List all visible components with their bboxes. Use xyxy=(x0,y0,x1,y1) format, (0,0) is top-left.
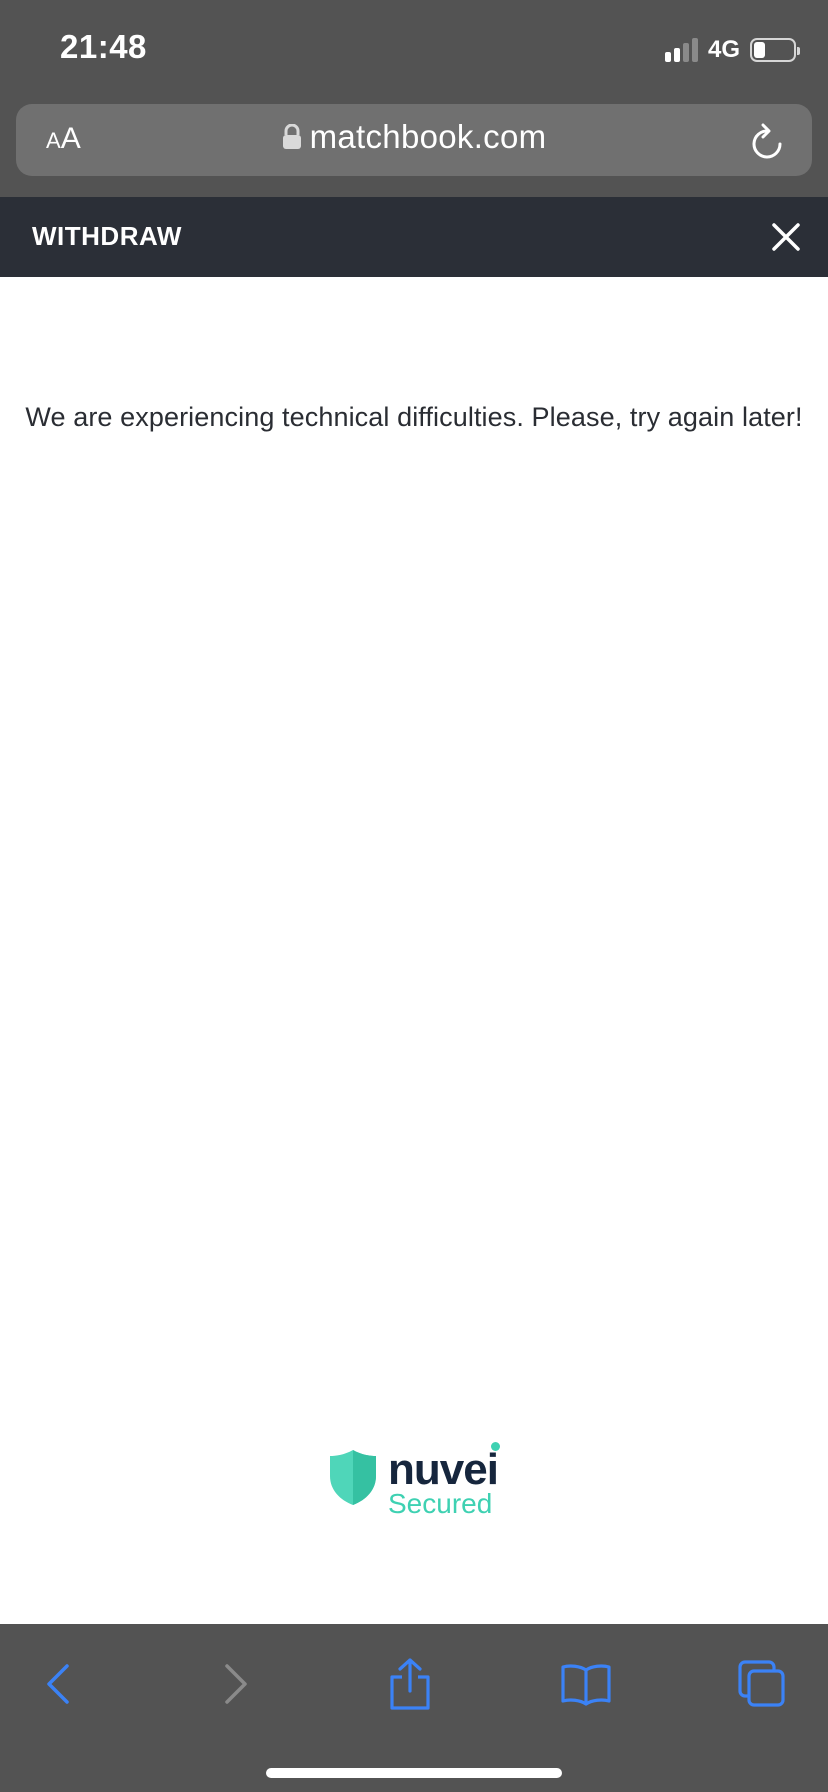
secured-tagline: Secured xyxy=(388,1488,493,1519)
withdraw-header: WITHDRAW xyxy=(0,197,828,277)
back-button[interactable] xyxy=(28,1654,88,1714)
address-bar[interactable]: AA matchbook.com xyxy=(16,104,812,176)
cellular-signal-icon xyxy=(664,38,698,62)
signal-bar xyxy=(682,43,689,62)
browser-top-chrome: 21:48 4G AA matchbook.com xyxy=(0,0,828,197)
network-type: 4G xyxy=(707,36,740,63)
home-indicator[interactable] xyxy=(266,1768,562,1778)
battery-icon xyxy=(750,38,800,62)
signal-bar xyxy=(691,38,698,62)
signal-bar xyxy=(664,52,671,62)
tabs-icon xyxy=(738,1660,785,1707)
lock-icon xyxy=(282,124,302,150)
shield-icon xyxy=(328,1448,378,1511)
share-icon xyxy=(390,1658,430,1710)
bookmarks-button[interactable] xyxy=(556,1654,616,1714)
nuvei-secured-logo: nuvei Secured xyxy=(328,1442,500,1519)
tabs-button[interactable] xyxy=(732,1654,792,1714)
error-message: We are experiencing technical difficulti… xyxy=(25,402,803,432)
brand-name: nuvei xyxy=(388,1445,499,1494)
close-icon[interactable] xyxy=(766,217,806,257)
status-time: 21:48 xyxy=(60,28,147,65)
forward-button[interactable] xyxy=(206,1654,266,1714)
signal-bar xyxy=(673,48,680,62)
chevron-left-icon xyxy=(47,1664,69,1704)
reload-icon[interactable] xyxy=(750,120,786,165)
browser-bottom-toolbar xyxy=(0,1624,828,1792)
status-indicators: 4G xyxy=(664,36,800,64)
share-button[interactable] xyxy=(380,1654,440,1714)
chevron-right-icon xyxy=(225,1664,247,1704)
page-title: WITHDRAW xyxy=(32,221,182,251)
url-display[interactable]: matchbook.com xyxy=(16,118,812,156)
battery-level xyxy=(754,42,765,58)
nuvei-brand-text: nuvei xyxy=(388,1442,500,1494)
screen: 21:48 4G AA matchbook.com WITHDRAW We ar… xyxy=(0,0,828,1792)
brand-dot xyxy=(490,1442,500,1451)
book-icon xyxy=(561,1664,611,1706)
url-text: matchbook.com xyxy=(309,118,547,155)
